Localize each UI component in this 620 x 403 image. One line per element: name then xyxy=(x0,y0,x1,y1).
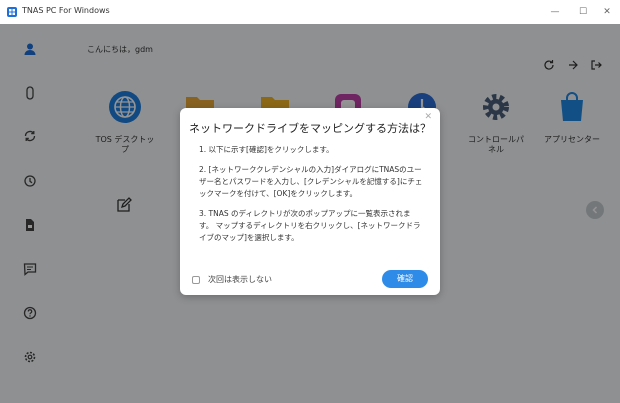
app-logo-icon xyxy=(7,7,17,17)
step-text: 3. TNAS のディレクトリが次のポップアップに一覧表示されます。 マップする… xyxy=(199,209,421,242)
close-window-icon[interactable]: ✕ xyxy=(600,5,614,19)
step-text: 2. [ネットワーククレデンシャルの入力]ダイアログにTNASのユーザー名とパス… xyxy=(199,165,423,198)
maximize-icon[interactable]: ☐ xyxy=(576,5,590,19)
dont-show-again-label: 次回は表示しない xyxy=(208,275,272,284)
dont-show-again-row[interactable]: 次回は表示しない xyxy=(192,274,272,285)
step-text: 1. 以下に示す[確認]をクリックします。 xyxy=(199,145,334,154)
close-icon[interactable]: ✕ xyxy=(424,112,432,122)
dont-show-again-checkbox[interactable] xyxy=(192,275,200,284)
title-bar: TNAS PC For Windows — ☐ ✕ xyxy=(0,0,620,24)
minimize-icon[interactable]: — xyxy=(548,5,562,19)
instructions: 1. 以下に示す[確認]をクリックします。 2. [ネットワーククレデンシャルの… xyxy=(199,144,423,252)
confirm-button[interactable]: 確認 xyxy=(382,270,428,288)
dialog-title: ネットワークドライブをマッピングする方法は？ xyxy=(189,122,431,135)
window-title: TNAS PC For Windows xyxy=(22,6,110,15)
mapping-dialog: ネットワークドライブをマッピングする方法は？ ✕ 1. 以下に示す[確認]をクリ… xyxy=(180,108,440,295)
